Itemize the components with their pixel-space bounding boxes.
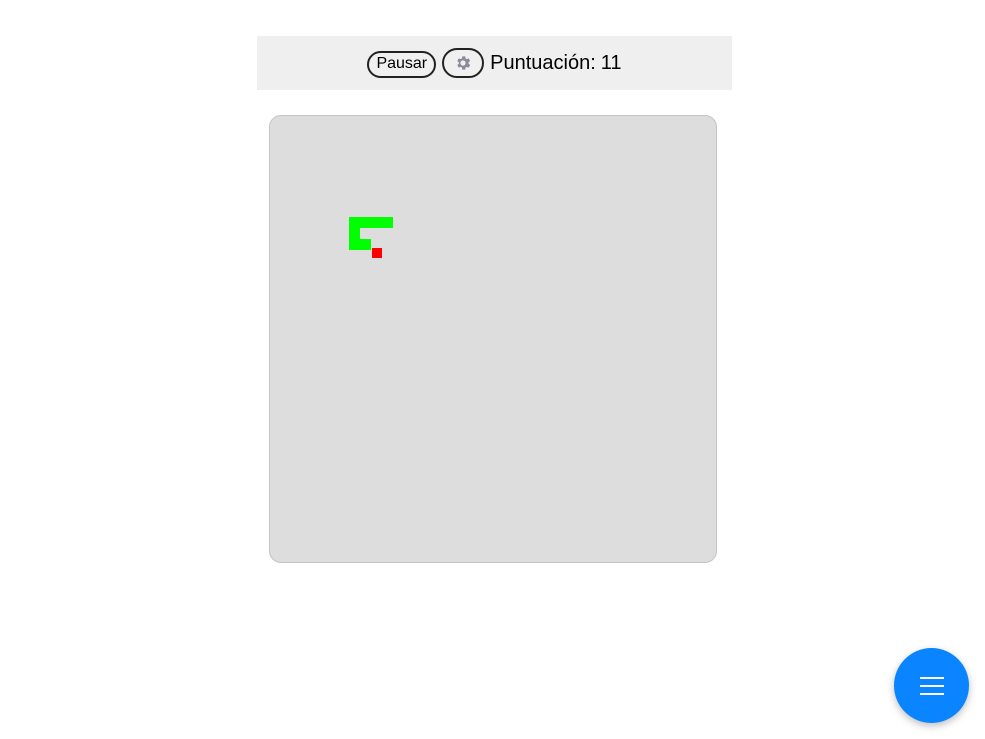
snake-segment xyxy=(349,239,360,250)
pause-button[interactable]: Pausar xyxy=(367,50,437,78)
score-display: Puntuación: 11 xyxy=(490,52,621,75)
snake-segment xyxy=(349,228,360,239)
snake-segment xyxy=(360,217,371,228)
food-pellet xyxy=(372,248,382,258)
menu-button[interactable] xyxy=(894,648,969,723)
snake-head xyxy=(382,217,393,228)
game-board[interactable] xyxy=(269,115,717,563)
settings-button[interactable] xyxy=(442,48,485,78)
snake-segment xyxy=(360,239,371,250)
game-canvas xyxy=(349,217,393,258)
snake-segment xyxy=(371,217,382,228)
top-toolbar: Pausar Puntuación: 11 xyxy=(257,36,732,90)
snake-segment xyxy=(349,217,360,228)
score-label: Puntuación: xyxy=(490,51,596,74)
gear-icon xyxy=(457,56,471,70)
score-value: 11 xyxy=(600,51,622,74)
menu-icon xyxy=(919,676,944,695)
